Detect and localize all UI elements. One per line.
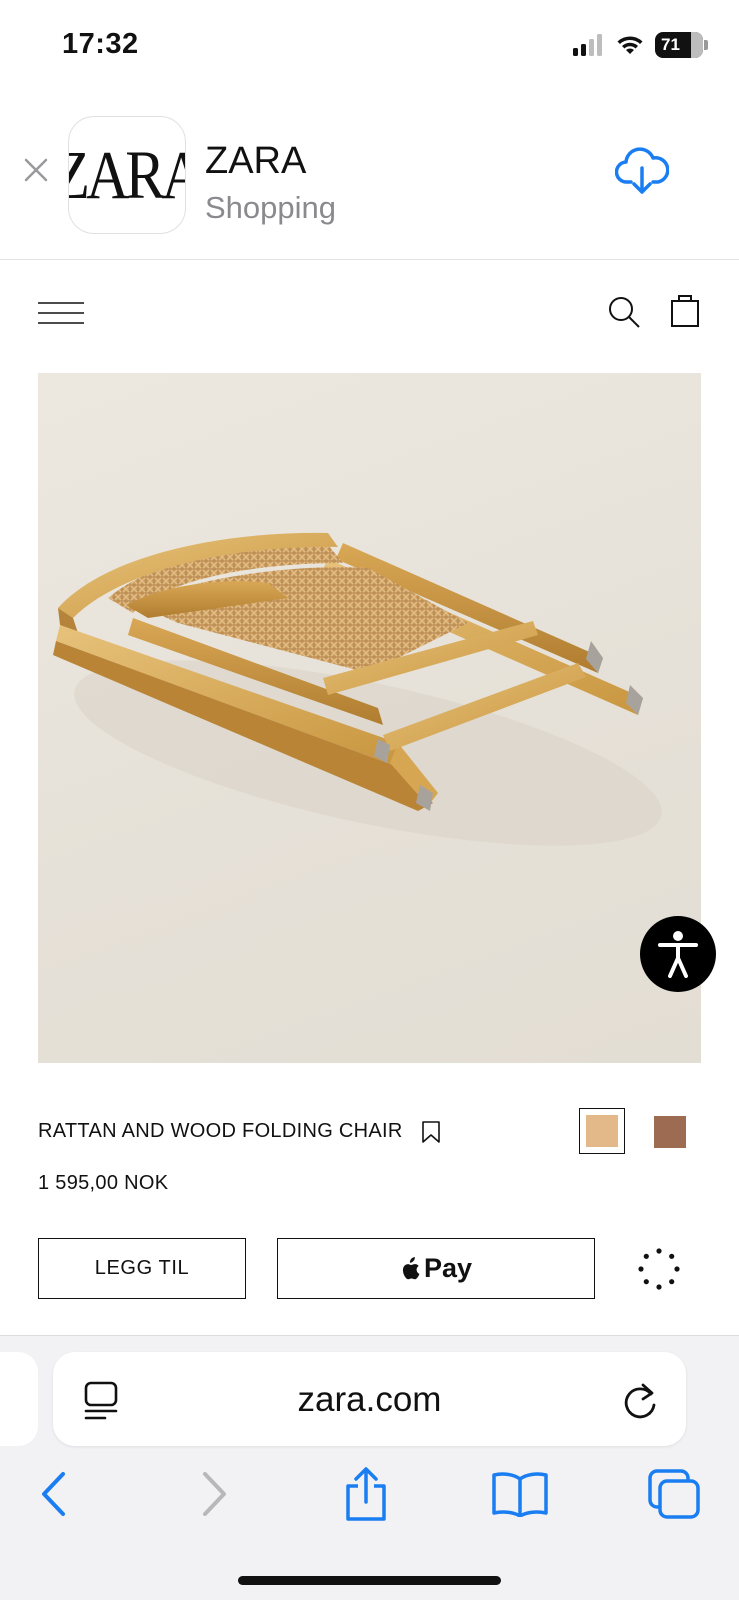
product-price: 1 595,00 NOK (38, 1172, 169, 1194)
site-header (0, 260, 739, 370)
product-name-row: RATTAN AND WOOD FOLDING CHAIR (38, 1120, 441, 1143)
cloud-download-icon[interactable] (615, 146, 669, 196)
status-bar: 17:32 71 (0, 0, 739, 80)
tabs-button[interactable] (644, 1464, 704, 1524)
tabs-icon (648, 1469, 700, 1519)
add-to-cart-button[interactable]: LEGG TIL (38, 1238, 246, 1299)
accessibility-icon (658, 931, 698, 978)
bookmark-icon[interactable] (421, 1120, 441, 1143)
loading-spinner-icon (638, 1248, 680, 1290)
bookmarks-icon (492, 1472, 548, 1517)
color-swatch[interactable] (654, 1116, 686, 1148)
address-bar[interactable]: zara.com (53, 1352, 686, 1446)
back-icon (42, 1472, 65, 1516)
apple-logo-icon (402, 1256, 420, 1279)
product-name: RATTAN AND WOOD FOLDING CHAIR (38, 1120, 403, 1142)
close-icon[interactable] (22, 156, 50, 184)
apple-pay-label: Pay (423, 1253, 473, 1283)
accessibility-button[interactable] (640, 916, 716, 992)
menu-icon[interactable] (38, 302, 84, 324)
previous-tab-preview[interactable] (0, 1352, 38, 1446)
status-icons: 71 (573, 32, 708, 58)
home-indicator (238, 1576, 501, 1585)
search-icon[interactable] (607, 295, 641, 329)
battery-level: 71 (661, 35, 680, 54)
url-text[interactable]: zara.com (53, 1380, 686, 1420)
app-banner: ZARA ZARA Shopping (0, 104, 739, 260)
forward-icon (203, 1472, 226, 1516)
forward-button[interactable] (184, 1464, 244, 1524)
wifi-icon (617, 36, 643, 54)
safari-toolbar (0, 1464, 739, 1534)
zara-logo: ZARA (69, 136, 185, 213)
color-swatch-selected[interactable] (579, 1108, 625, 1154)
product-image[interactable] (38, 373, 701, 1063)
shopping-bag-icon[interactable] (671, 293, 699, 327)
status-time: 17:32 (62, 28, 139, 60)
browser-toolbar-area: zara.com (0, 1335, 739, 1600)
bookmarks-button[interactable] (490, 1464, 550, 1524)
apple-pay-button[interactable]: Pay (277, 1238, 595, 1299)
app-category: Shopping (205, 190, 337, 225)
back-button[interactable] (24, 1464, 84, 1524)
app-icon[interactable]: ZARA (68, 116, 186, 234)
reload-icon[interactable] (621, 1380, 659, 1420)
share-icon (346, 1467, 386, 1521)
signal-icon (573, 34, 602, 56)
folding-chair-illustration (53, 532, 662, 846)
color-swatch-fill (586, 1115, 618, 1147)
app-name: ZARA (205, 140, 307, 182)
share-button[interactable] (336, 1464, 396, 1524)
battery-indicator: 71 (655, 32, 708, 58)
